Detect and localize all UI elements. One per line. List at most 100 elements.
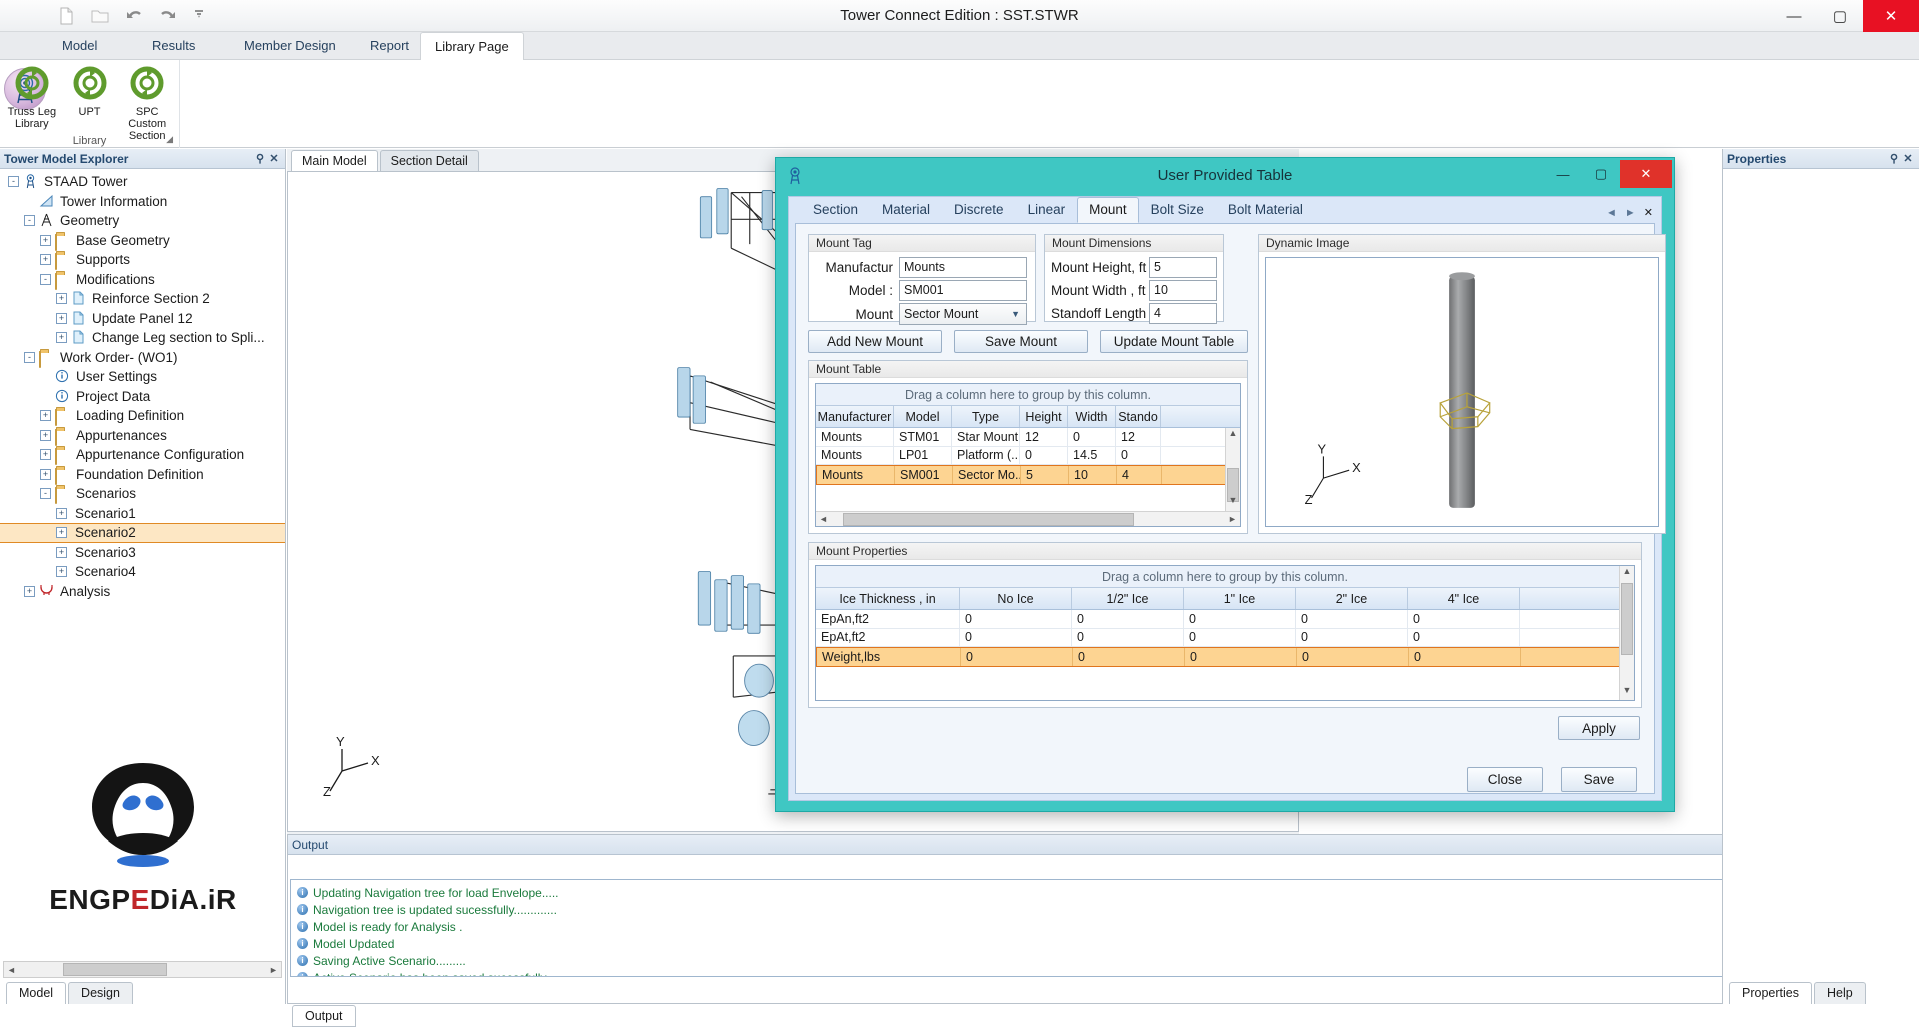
column-header[interactable]: 1/2" Ice <box>1072 588 1184 609</box>
table-cell[interactable]: 0 <box>960 628 1072 646</box>
view-tab-main-model[interactable]: Main Model <box>291 150 378 171</box>
mount-properties-vertical-scrollbar[interactable]: ▲ ▼ <box>1619 566 1634 700</box>
scroll-up-icon[interactable]: ▲ <box>1226 428 1240 443</box>
mount-height-input[interactable]: 5 <box>1149 257 1217 278</box>
new-document-icon[interactable] <box>56 6 76 26</box>
table-cell[interactable]: 0 <box>1073 648 1185 666</box>
collapse-icon[interactable]: - <box>8 176 19 188</box>
expand-icon[interactable]: + <box>40 449 51 461</box>
ribbon-button-truss-leg-library[interactable]: Truss Leg Library <box>4 66 60 142</box>
scroll-thumb[interactable] <box>842 512 1135 526</box>
tree-item-base-geometry[interactable]: + Base Geometry <box>0 231 285 251</box>
tree-item-supports[interactable]: + Supports <box>0 250 285 271</box>
tree-item-work-order-wo1[interactable]: - Work Order- (WO1) <box>0 348 285 368</box>
table-cell[interactable]: 0 <box>1116 446 1161 464</box>
table-cell[interactable]: Mounts <box>816 428 894 446</box>
table-cell[interactable]: Mounts <box>816 446 894 464</box>
table-row[interactable]: EpAt,ft2 0 0 0 0 0 <box>816 628 1634 647</box>
chevron-down-icon[interactable] <box>192 6 212 26</box>
table-cell[interactable]: 0 <box>1184 610 1296 628</box>
expand-icon[interactable]: + <box>40 234 51 246</box>
table-cell[interactable]: Sector Mo... <box>953 466 1021 484</box>
explorer-horizontal-scrollbar[interactable]: ◄ ► <box>3 961 282 978</box>
expand-icon[interactable]: + <box>40 410 51 422</box>
table-cell[interactable]: EpAn,ft2 <box>816 610 960 628</box>
table-cell[interactable]: 12 <box>1116 428 1161 446</box>
mount-type-select[interactable]: Sector Mount ▼ <box>899 303 1027 325</box>
output-tab[interactable]: Output <box>292 1005 356 1027</box>
tab-next-icon[interactable]: ► <box>1625 207 1636 219</box>
mount-table-grid[interactable]: Drag a column here to group by this colu… <box>815 383 1241 527</box>
collapse-icon[interactable]: - <box>24 215 35 227</box>
save-mount-button[interactable]: Save Mount <box>954 330 1088 353</box>
column-header[interactable]: No Ice <box>960 588 1072 609</box>
table-cell[interactable]: LP01 <box>894 446 952 464</box>
view-tab-section-detail[interactable]: Section Detail <box>379 150 479 171</box>
scroll-track[interactable] <box>19 962 266 977</box>
tree-item-loading-definition[interactable]: + Loading Definition <box>0 406 285 427</box>
dialog-minimize-button[interactable]: — <box>1544 160 1582 188</box>
tree-item-appurtenance-configuration[interactable]: + Appurtenance Configuration <box>0 445 285 466</box>
table-cell[interactable]: 12 <box>1020 428 1068 446</box>
tree-item-tower-information[interactable]: Tower Information <box>0 192 285 212</box>
expand-icon[interactable]: + <box>56 507 67 519</box>
table-cell[interactable]: 0 <box>1072 610 1184 628</box>
properties-tab-help[interactable]: Help <box>1813 982 1866 1004</box>
mount-width-input[interactable]: 10 <box>1149 280 1217 301</box>
expand-icon[interactable]: + <box>56 546 67 558</box>
ribbon-tab-library-page[interactable]: Library Page <box>420 32 524 61</box>
mount-table-horizontal-scrollbar[interactable]: ◄ ► <box>816 511 1240 526</box>
table-row[interactable]: Mounts SM001 Sector Mo... 5 10 4 <box>816 465 1240 485</box>
dialog-launcher-icon[interactable]: ◢ <box>166 134 173 145</box>
table-cell[interactable]: 0 <box>1068 428 1116 446</box>
dialog-tab-mount[interactable]: Mount <box>1077 197 1139 223</box>
properties-tab-properties[interactable]: Properties <box>1729 982 1812 1004</box>
collapse-icon[interactable]: - <box>24 351 35 363</box>
ribbon-tab-member-design[interactable]: Member Design <box>230 32 350 60</box>
tree-item-staad-tower[interactable]: - STAAD Tower <box>0 172 285 192</box>
column-header[interactable]: Stando <box>1116 406 1161 427</box>
column-header[interactable]: 2" Ice <box>1296 588 1408 609</box>
table-cell[interactable]: 0 <box>1296 610 1408 628</box>
dialog-tab-bolt-material[interactable]: Bolt Material <box>1216 197 1315 223</box>
minimize-button[interactable]: — <box>1771 0 1817 32</box>
tree-item-project-data[interactable]: Project Data <box>0 387 285 407</box>
table-cell[interactable]: 4 <box>1117 466 1162 484</box>
scroll-track[interactable] <box>831 512 1225 527</box>
table-cell[interactable]: 0 <box>1184 628 1296 646</box>
scroll-right-icon[interactable]: ► <box>1225 514 1240 524</box>
table-cell[interactable]: 0 <box>1296 628 1408 646</box>
column-header[interactable]: Width <box>1068 406 1116 427</box>
tree-item-reinforce-section-2[interactable]: + Reinforce Section 2 <box>0 289 285 309</box>
table-cell[interactable]: 0 <box>1297 648 1409 666</box>
dialog-maximize-button[interactable]: ▢ <box>1582 160 1620 188</box>
column-header[interactable]: Type <box>952 406 1020 427</box>
table-cell[interactable]: SM001 <box>895 466 953 484</box>
column-header[interactable]: 4" Ice <box>1408 588 1520 609</box>
dialog-close-action-button[interactable]: Close <box>1467 767 1543 792</box>
tab-close-icon[interactable]: ✕ <box>1644 206 1653 219</box>
dialog-tab-section[interactable]: Section <box>801 197 870 223</box>
tree-item-modifications[interactable]: - Modifications <box>0 270 285 290</box>
expand-icon[interactable]: + <box>24 585 35 597</box>
model-input[interactable]: SM001 <box>899 280 1027 301</box>
undo-icon[interactable] <box>124 6 144 26</box>
update-mount-table-button[interactable]: Update Mount Table <box>1100 330 1248 353</box>
table-cell[interactable]: 0 <box>1408 610 1520 628</box>
close-button[interactable]: ✕ <box>1863 0 1919 32</box>
collapse-icon[interactable]: - <box>40 273 51 285</box>
explorer-tab-design[interactable]: Design <box>68 982 133 1004</box>
ribbon-button-spc-custom-section[interactable]: SPC Custom Section <box>119 66 175 142</box>
column-header[interactable]: Ice Thickness , in <box>816 588 960 609</box>
expand-icon[interactable]: + <box>40 429 51 441</box>
tree-item-foundation-definition[interactable]: + Foundation Definition <box>0 465 285 485</box>
table-cell[interactable]: 0 <box>1020 446 1068 464</box>
table-cell[interactable]: Mounts <box>817 466 895 484</box>
tree-item-scenario4[interactable]: + Scenario4 <box>0 562 285 582</box>
table-cell[interactable]: STM01 <box>894 428 952 446</box>
scroll-up-icon[interactable]: ▲ <box>1620 566 1634 581</box>
mount-table-group-hint[interactable]: Drag a column here to group by this colu… <box>816 384 1240 406</box>
scroll-down-icon[interactable]: ▼ <box>1620 685 1634 700</box>
pin-icon[interactable]: ⚲ <box>1887 152 1901 165</box>
dialog-tab-material[interactable]: Material <box>870 197 942 223</box>
